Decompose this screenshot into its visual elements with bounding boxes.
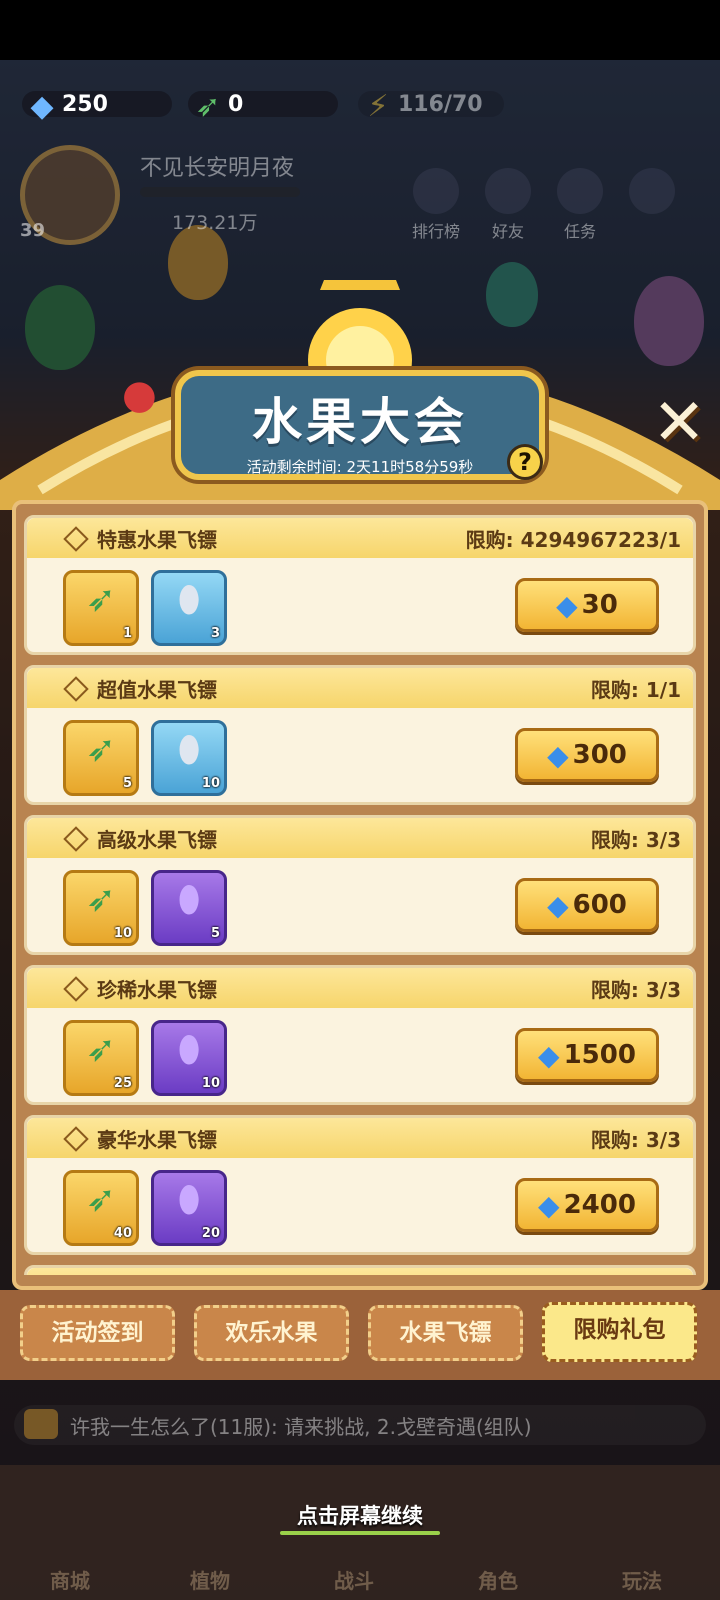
capsule-item[interactable]: ⬮ 10 [151, 720, 227, 796]
event-banner: 水果大会 活动剩余时间: 2天11时58分59秒 [175, 370, 545, 480]
diamond-icon: ◆ [547, 888, 569, 922]
buy-button[interactable]: ◆ 300 [515, 728, 659, 782]
offer-card: 高级水果飞镖 限购: 3/3 ➶ 10 ⬮ 5 ◆ 600 [24, 815, 696, 955]
offer-name: 珍稀水果飞镖 [97, 978, 217, 1002]
dart-item[interactable]: ➶ 25 [63, 1020, 139, 1096]
nav-shop[interactable]: 商城 [50, 1565, 90, 1594]
dart-item[interactable]: ➶ 1 [63, 570, 139, 646]
nav-character[interactable]: 角色 [478, 1565, 518, 1594]
event-timer: 活动剩余时间: 2天11时58分59秒 [246, 458, 474, 476]
offer-card-partial [24, 1265, 696, 1275]
help-button[interactable]: ? [507, 444, 543, 480]
tab-fruit-darts[interactable]: 水果飞镖 [368, 1305, 523, 1361]
capsule-item[interactable]: ⬮ 10 [151, 1020, 227, 1096]
offer-card: 珍稀水果飞镖 限购: 3/3 ➶ 25 ⬮ 10 ◆ 1500 [24, 965, 696, 1105]
buy-button[interactable]: ◆ 1500 [515, 1028, 659, 1082]
offer-limit: 限购: 3/3 [590, 1128, 681, 1152]
offer-limit: 限购: 1/1 [590, 678, 681, 702]
capsule-icon: ⬮ [177, 1029, 201, 1070]
experience-bar [140, 187, 300, 197]
price: 30 [581, 590, 618, 620]
price: 600 [572, 890, 627, 920]
event-title: 水果大会 [252, 393, 468, 451]
diamond-icon: ◆ [30, 88, 54, 124]
diamond-icon: ◆ [556, 588, 578, 622]
offer-card: 特惠水果飞镖 限购: 4294967223/1 ➶ 1 ⬮ 3 ◆ 30 [24, 515, 696, 655]
capsule-item[interactable]: ⬮ 20 [151, 1170, 227, 1246]
capsule-icon: ⬮ [177, 579, 201, 620]
offer-limit: 限购: 3/3 [590, 978, 681, 1002]
tab-happy-fruit[interactable]: 欢乐水果 [194, 1305, 349, 1361]
diamond-icon: ◆ [538, 1038, 560, 1072]
nav-gameplay[interactable]: 玩法 [622, 1565, 662, 1594]
nav-plants[interactable]: 植物 [190, 1565, 230, 1594]
diamond-icon: ◆ [538, 1188, 560, 1222]
price: 300 [572, 740, 627, 770]
energy-counter[interactable]: ⚡ 116/70 [358, 86, 504, 124]
capsule-icon: ⬮ [177, 1179, 201, 1220]
dart-count: 0 [228, 91, 244, 117]
price: 2400 [563, 1190, 636, 1220]
leaderboard-button[interactable]: 排行榜 [408, 168, 464, 242]
continue-underline [280, 1531, 440, 1535]
dart-icon: ➶ [85, 1029, 117, 1070]
capsule-icon: ⬮ [177, 729, 201, 770]
close-button[interactable]: ✕ [648, 391, 710, 456]
chat-message: 许我一生怎么了(11服): 请来挑战, 2.戈壁奇遇(组队) [70, 1414, 532, 1439]
offer-limit: 限购: 4294967223/1 [465, 528, 681, 552]
buy-button[interactable]: ◆ 30 [515, 578, 659, 632]
capsule-item[interactable]: ⬮ 3 [151, 570, 227, 646]
buy-button[interactable]: ◆ 600 [515, 878, 659, 932]
buy-button[interactable]: ◆ 2400 [515, 1178, 659, 1232]
dart-counter[interactable]: ➶ 0 [188, 86, 338, 124]
dart-icon: ➶ [85, 579, 117, 620]
dart-item[interactable]: ➶ 40 [63, 1170, 139, 1246]
offer-limit: 限购: 3/3 [590, 828, 681, 852]
offer-card: 豪华水果飞镖 限购: 3/3 ➶ 40 ⬮ 20 ◆ 2400 [24, 1115, 696, 1255]
tab-checkin[interactable]: 活动签到 [20, 1305, 175, 1361]
player-power: 173.21万 [172, 212, 258, 234]
close-icon: ✕ [652, 386, 706, 460]
dart-item[interactable]: ➶ 5 [63, 720, 139, 796]
offers-list[interactable]: 特惠水果飞镖 限购: 4294967223/1 ➶ 1 ⬮ 3 ◆ 30 超值水果飞镖… [24, 515, 696, 1275]
continue-prompt[interactable]: 点击屏幕继续 [0, 1500, 720, 1530]
strawberry-icon: ● [122, 372, 157, 418]
capsule-item[interactable]: ⬮ 5 [151, 870, 227, 946]
gem-counter[interactable]: ◆ 250 [22, 86, 172, 124]
more-button[interactable] [624, 168, 680, 218]
offer-name: 豪华水果飞镖 [97, 1128, 217, 1152]
diamond-icon: ◆ [547, 738, 569, 772]
status-bar [0, 0, 720, 60]
offer-name: 超值水果飞镖 [97, 678, 217, 702]
player-name: 不见长安明月夜 [140, 156, 295, 181]
tab-limited-packs[interactable]: 限购礼包 [542, 1302, 697, 1362]
chat-icon [24, 1409, 58, 1439]
player-level: 39 [20, 220, 46, 241]
capsule-icon: ⬮ [177, 879, 201, 920]
dart-icon: ➶ [195, 88, 221, 124]
energy-count: 116/70 [398, 91, 483, 117]
offer-card: 超值水果飞镖 限购: 1/1 ➶ 5 ⬮ 10 ◆ 300 [24, 665, 696, 805]
chat-bar[interactable]: 许我一生怎么了(11服): 请来挑战, 2.戈壁奇遇(组队) [14, 1405, 706, 1445]
offer-name: 特惠水果飞镖 [97, 528, 217, 552]
lightning-icon: ⚡ [367, 88, 389, 124]
dart-icon: ➶ [85, 879, 117, 920]
dart-icon: ➶ [85, 729, 117, 770]
offer-name: 高级水果飞镖 [97, 828, 217, 852]
dart-icon: ➶ [85, 1179, 117, 1220]
friends-button[interactable]: 好友 [480, 168, 536, 242]
dart-item[interactable]: ➶ 10 [63, 870, 139, 946]
price: 1500 [563, 1040, 636, 1070]
nav-battle[interactable]: 战斗 [334, 1565, 374, 1594]
tasks-button[interactable]: 任务 [552, 168, 608, 242]
gem-count: 250 [62, 91, 108, 117]
